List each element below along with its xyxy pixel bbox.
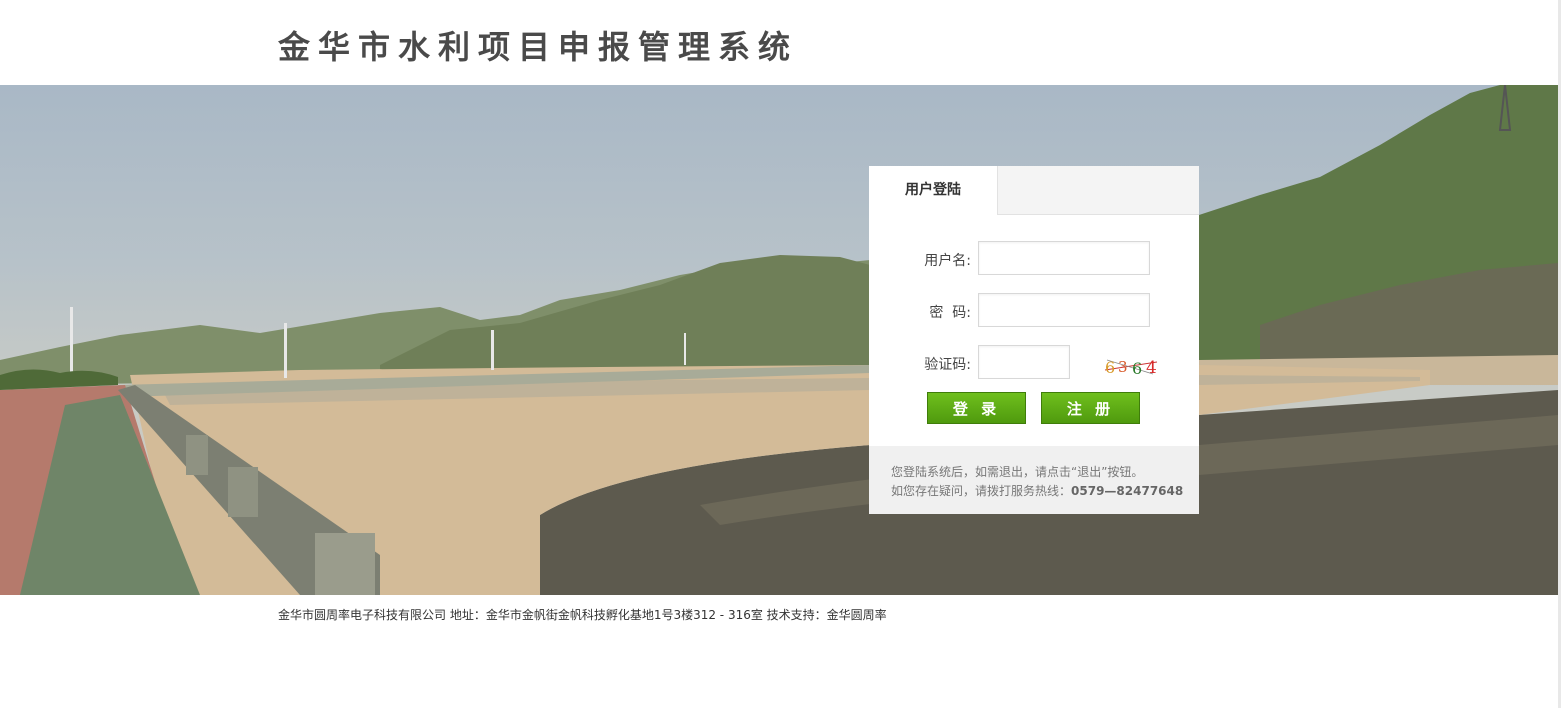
notice-hotline-prefix: 如您存在疑问，请拨打服务热线： [891, 484, 1072, 498]
captcha-label: 验证码: [924, 357, 971, 373]
captcha-char: 6 [1132, 359, 1142, 378]
lamp-post [284, 323, 287, 378]
railing-post [186, 435, 208, 475]
lamp-post [491, 330, 494, 370]
lamp-post [684, 333, 686, 365]
header: 金华市水利项目申报管理系统 [0, 0, 1561, 85]
notice-logout-text: 您登陆系统后，如需退出，请点击“退出”按钮。 [891, 465, 1144, 479]
register-button[interactable]: 注 册 [1041, 392, 1140, 424]
password-input[interactable] [978, 293, 1150, 327]
notice-hotline-text: 如您存在疑问，请拨打服务热线：0579—82477648 [891, 482, 1183, 499]
hotline-number: 0579—82477648 [1071, 484, 1184, 498]
tab-user-login[interactable]: 用户登陆 [869, 166, 998, 215]
captcha-char: 3 [1118, 358, 1128, 376]
login-button[interactable]: 登 录 [927, 392, 1026, 424]
reservoir-scene [0, 85, 1558, 595]
login-notice: 您登陆系统后，如需退出，请点击“退出”按钮。 如您存在疑问，请拨打服务热线：05… [869, 446, 1199, 514]
login-panel: 用户登陆 用户名: 密 码: 验证码: 6 3 6 4 登 录 注 册 您登陆系… [869, 166, 1199, 514]
username-input[interactable] [978, 241, 1150, 275]
banner-image [0, 85, 1558, 595]
footer-info: 金华市圆周率电子科技有限公司 地址：金华市金帆街金帆科技孵化基地1号3楼312 … [278, 608, 887, 622]
username-label: 用户名: [924, 253, 971, 269]
page-title: 金华市水利项目申报管理系统 [278, 28, 799, 66]
captcha-input[interactable] [978, 345, 1070, 379]
railing-post [228, 467, 258, 517]
captcha-char: 4 [1146, 358, 1157, 378]
password-label: 密 码: [929, 305, 971, 321]
captcha-image[interactable]: 6 3 6 4 [1103, 354, 1159, 378]
captcha-char: 6 [1105, 358, 1115, 377]
railing-post [315, 533, 375, 595]
login-tab-bar: 用户登陆 [869, 166, 1199, 215]
